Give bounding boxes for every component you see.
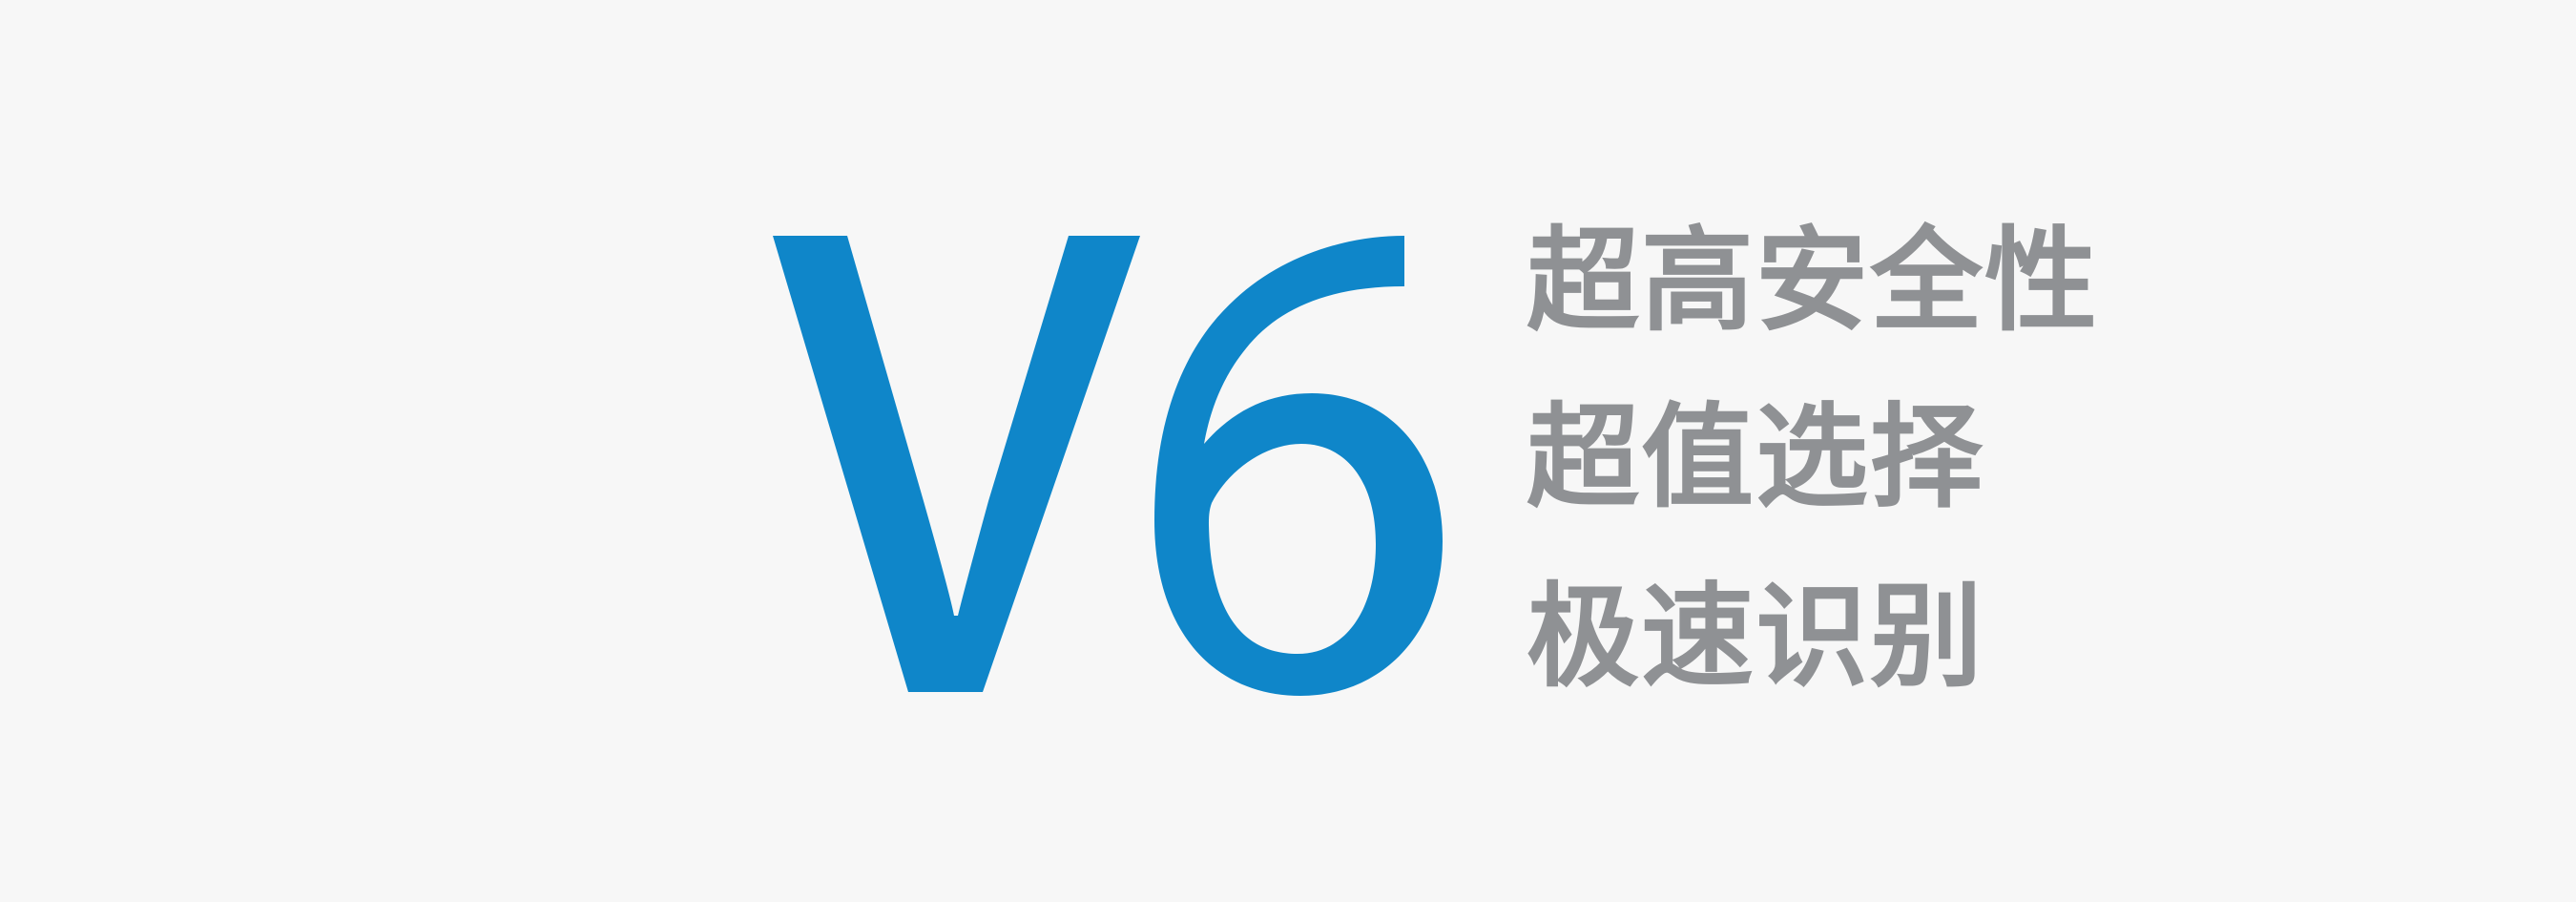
v6-logotype	[773, 236, 1443, 696]
feature-security: 超高安全性	[1527, 215, 2100, 346]
feature-fast-recognition: 极速识别	[1527, 571, 1985, 703]
feature-list: 超高安全性 超值选择 极速识别	[1527, 220, 2137, 716]
model-name-v6	[754, 215, 1479, 711]
feature-value: 超值选择	[1527, 391, 1985, 523]
product-banner: 超高安全性 超值选择 极速识别	[0, 0, 2576, 902]
v6-letter-v	[773, 236, 1140, 692]
v6-digit-6	[1154, 236, 1443, 696]
